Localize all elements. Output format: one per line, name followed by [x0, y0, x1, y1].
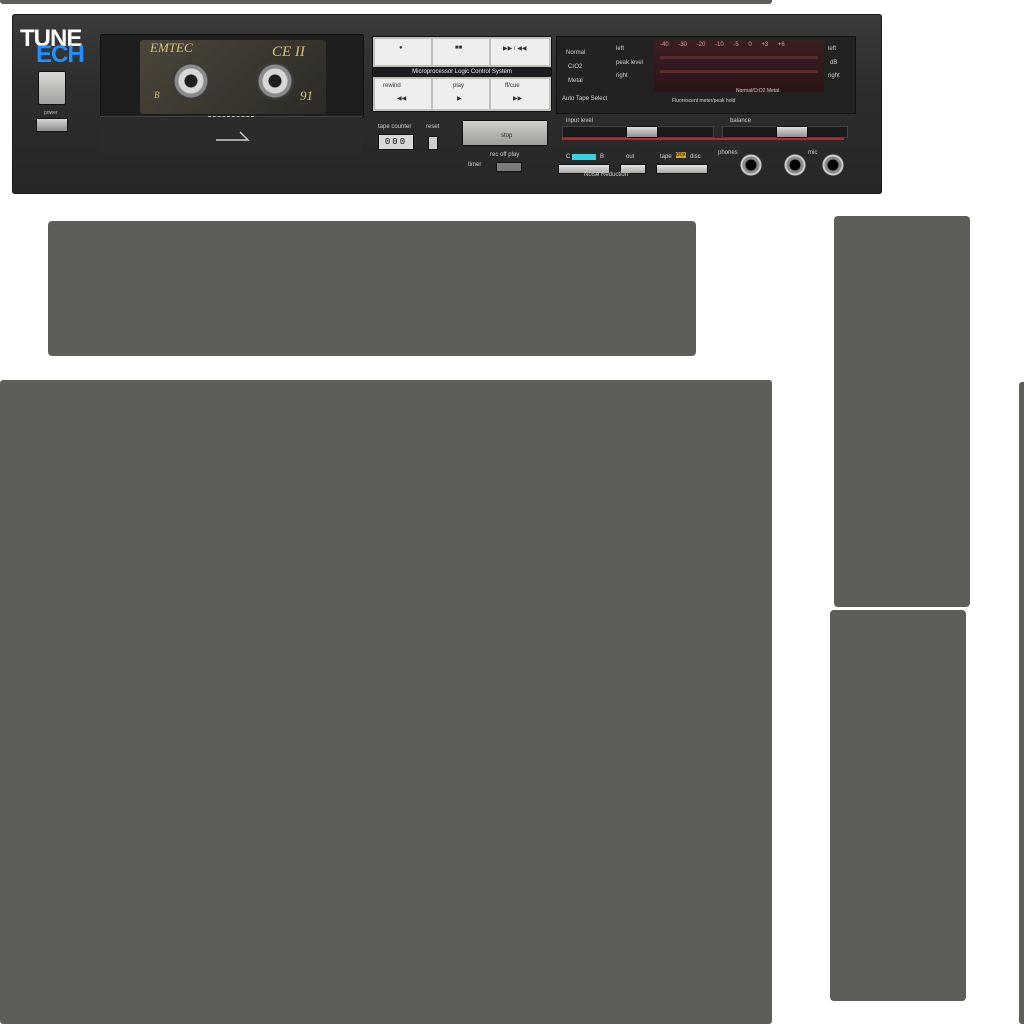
meter-right-label: right — [616, 73, 628, 79]
tape-type-metal: Metal — [568, 78, 583, 84]
nr-out-label: out — [626, 154, 635, 160]
right-reel-icon — [256, 62, 294, 100]
monitor-tape-label: tape — [660, 154, 672, 160]
meter-db-label: dB — [830, 60, 838, 66]
mic-right-jack[interactable] — [822, 154, 844, 176]
power-label: power — [44, 110, 58, 116]
meter-left-label: left — [616, 46, 625, 52]
meter-scale: -40 -30 -20 -10 -5 0 +3 +6 — [660, 42, 785, 48]
tape-type-normal: Normal — [566, 50, 586, 56]
meter-left-bar — [660, 56, 818, 59]
counter-reset-button[interactable] — [428, 136, 438, 150]
meter-scale-tick: -20 — [696, 42, 706, 48]
cassette-tape: EMTEC CE II B 91 — [140, 40, 326, 114]
timer-label: timer — [468, 162, 482, 168]
logo-line2: ECH — [36, 41, 85, 68]
play-label: play — [453, 83, 465, 89]
cassette-model: CE II — [272, 44, 305, 60]
meter-scale-tick: +3 — [761, 42, 769, 48]
eject-arrow-icon — [216, 131, 250, 141]
rec-pause-button[interactable]: ● — [375, 39, 431, 65]
search-button[interactable]: ▶▶ / ◀◀ — [491, 39, 549, 65]
content-panel-main — [0, 380, 772, 1024]
right-edge-panel — [1019, 382, 1024, 1024]
reset-label: reset — [426, 124, 440, 130]
tape-scale-marks — [208, 116, 254, 123]
fast-forward-button[interactable]: ff/cue ▶▶ — [491, 79, 549, 109]
balance-label: balance — [730, 118, 752, 124]
meter-scale-tick: -30 — [678, 42, 688, 48]
cassette-side: B — [154, 90, 160, 100]
nr-option-b: B — [600, 154, 605, 160]
balance-slider[interactable] — [776, 126, 808, 138]
play-button[interactable]: play ▶ — [433, 79, 489, 109]
tape-type-cro2: CrO2 — [568, 64, 583, 70]
stop-button[interactable]: stop — [462, 120, 548, 146]
nr-indicator — [572, 154, 596, 160]
logic-control-title: Microprocessor Logic Control System — [373, 67, 551, 77]
eject-button[interactable] — [36, 118, 68, 132]
cassette-brand: EMTEC — [150, 40, 193, 55]
pause-symbol: ■■ — [455, 45, 463, 51]
meter-right-right-label: right — [828, 73, 840, 79]
mic-left-jack[interactable] — [784, 154, 806, 176]
fluorescent-meter: -40 -30 -20 -10 -5 0 +3 +6 — [654, 40, 824, 92]
tape-type-selector: Normal CrO2 Metal Auto Tape Select — [560, 40, 612, 104]
play-icon: ▶ — [457, 96, 462, 102]
meter-right-bar — [660, 70, 818, 73]
rewind-icon: ◀◀ — [397, 96, 407, 102]
sidebar-panel-top — [834, 216, 970, 607]
top-edge-bar — [0, 0, 772, 4]
pause-button[interactable]: ■■ — [433, 39, 489, 65]
mic-label: mic — [808, 150, 818, 156]
content-panel-top — [48, 221, 696, 356]
stop-label: stop — [501, 133, 513, 139]
meter-right-left-label: left — [828, 46, 837, 52]
meter-scale-tick: -10 — [715, 42, 724, 48]
meter-scale-tick: +6 — [777, 42, 785, 48]
power-button[interactable] — [38, 71, 66, 105]
tape-counter-display: 000 — [378, 134, 414, 150]
input-level-label: input level — [566, 118, 594, 124]
tunetech-logo: TUNE ECH — [18, 25, 96, 68]
rec-mode-label: rec off play — [490, 152, 520, 158]
meter-type-footer: Normal/CrO2 Metal — [736, 88, 780, 94]
meter-peak-label: peak level — [616, 60, 644, 66]
search-symbol: ▶▶ / ◀◀ — [503, 46, 527, 52]
rewind-label: rewind — [383, 83, 401, 89]
rec-symbol: ● — [399, 45, 403, 51]
monitor-button[interactable] — [656, 164, 708, 174]
meter-scale-tick: -5 — [733, 42, 739, 48]
phones-jack[interactable] — [740, 154, 762, 176]
input-level-slider[interactable] — [626, 126, 658, 138]
phones-label: phones — [718, 150, 738, 156]
monitor-dbx-label: dbx — [676, 152, 686, 158]
left-reel-icon — [172, 62, 210, 100]
fast-forward-label: ff/cue — [505, 83, 520, 89]
cassette-length: 91 — [300, 88, 313, 103]
tape-counter-label: tape counter — [378, 124, 412, 130]
auto-tape-select-label: Auto Tape Select — [562, 96, 608, 102]
timer-switch[interactable] — [496, 162, 522, 172]
meter-scale-tick: 0 — [748, 42, 752, 48]
fast-forward-icon: ▶▶ — [513, 96, 523, 102]
rewind-button[interactable]: rewind ◀◀ — [375, 79, 431, 109]
monitor-disc-label: disc — [690, 154, 701, 160]
meter-peak-footer: Fluorescent meter/peak hold — [672, 98, 736, 104]
red-accent-line — [562, 138, 844, 140]
noise-reduction-label: Noise Reduction — [584, 172, 629, 178]
nr-option-c: C — [566, 154, 571, 160]
meter-scale-tick: -40 — [660, 42, 669, 48]
sidebar-panel-bottom — [830, 610, 966, 1001]
logic-control-panel: ● ■■ ▶▶ / ◀◀ Microprocessor Logic Contro… — [372, 36, 552, 112]
